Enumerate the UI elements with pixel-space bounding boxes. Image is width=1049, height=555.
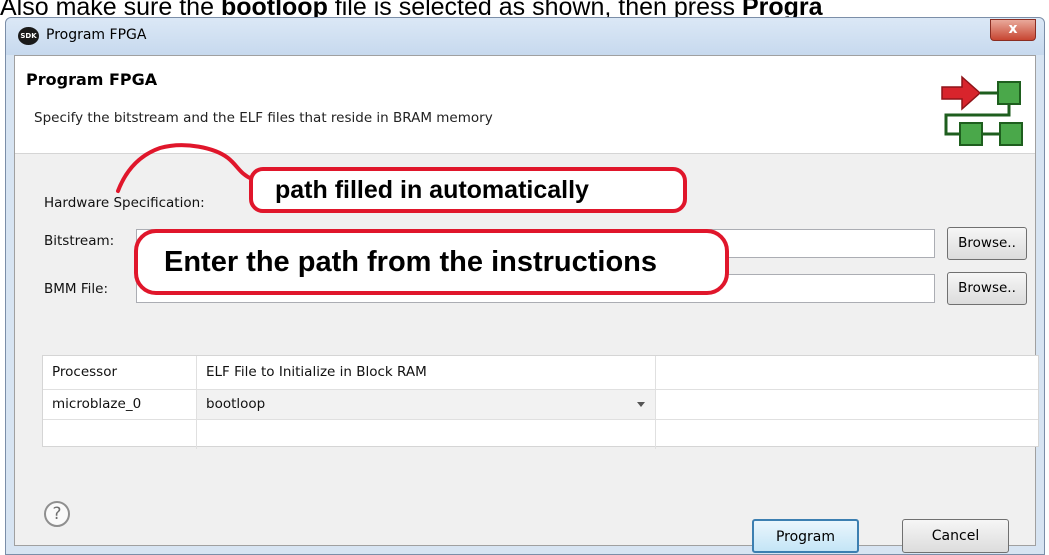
- callout-auto-path: path filled in automatically: [249, 167, 687, 213]
- callout-enter-path: Enter the path from the instructions: [134, 229, 729, 295]
- annotation-arrow-line: [116, 143, 254, 193]
